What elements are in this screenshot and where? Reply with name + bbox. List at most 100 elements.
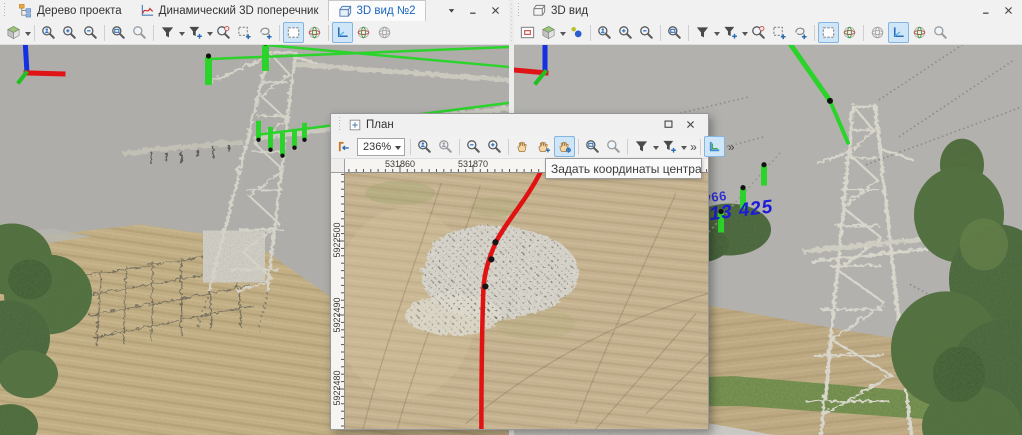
rotate-view-alt[interactable] [867,22,888,43]
tooltip: Задать координаты центра [545,158,702,179]
zoom-out[interactable] [80,22,101,43]
minimize-button[interactable] [978,3,995,18]
toolbar-overflow[interactable]: » [687,138,700,156]
show-axes[interactable] [888,22,909,43]
zoom-combobox[interactable]: 236% [357,138,405,156]
orbit-mode[interactable] [304,22,325,43]
maximize-button[interactable] [660,117,677,132]
zoom-out[interactable] [463,136,484,157]
filter-add[interactable] [185,22,206,43]
view3d-icon [532,3,547,18]
plan-window-titlebar[interactable]: План [331,114,708,135]
zoom-window[interactable] [108,22,129,43]
filter[interactable] [692,22,713,43]
filter-add[interactable] [720,22,741,43]
select-rectangle[interactable] [234,22,255,43]
filter[interactable] [631,136,652,157]
ruler-label-y: 5922500 [332,218,342,262]
rotate-view-alt[interactable] [374,22,395,43]
close-button[interactable] [682,117,699,132]
select-polygon[interactable] [790,22,811,43]
left-window-buttons [443,0,509,21]
minimize-button[interactable] [465,3,482,18]
plan-map-viewport[interactable] [345,173,708,429]
orbit-mode[interactable] [839,22,860,43]
zoom-in[interactable] [484,136,505,157]
show-axes[interactable] [332,22,353,43]
left-3d-toolbar [0,21,509,45]
toolbar-separator [153,25,154,41]
select-element[interactable] [748,22,769,43]
rotate-view[interactable] [909,22,930,43]
toolbar-separator [459,139,460,155]
toolbar-separator [814,25,815,41]
view-orientation-cube-dropdown[interactable] [25,32,31,39]
panel-title: 3D вид [551,5,588,17]
panel-drag-grip[interactable] [516,3,521,18]
view3d-icon [338,4,353,19]
zoom-observer-off[interactable] [435,136,456,157]
ruler-label-y: 5922490 [332,293,342,337]
tab-project-tree[interactable]: Дерево проекта [9,0,131,21]
toolbar-separator [34,25,35,41]
filter-add[interactable] [659,136,680,157]
pan[interactable] [512,136,533,157]
zoom-window[interactable] [664,22,685,43]
zoom-previous[interactable] [129,22,150,43]
plan-window: План 236%»» 531860531870 592250059224905… [330,113,709,430]
zoom-to-observer[interactable] [594,22,615,43]
toolbar-separator [328,25,329,41]
coordinate-grid[interactable] [704,136,725,157]
toolbar-separator [410,139,411,155]
set-center-coordinates[interactable] [554,136,575,157]
left-tab-bar: Дерево проекта Динамический 3D поперечни… [0,0,509,21]
view-orientation-cube[interactable] [538,22,559,43]
clipping-box[interactable] [283,22,304,43]
tab-list-button[interactable] [443,3,460,18]
point-display[interactable] [566,22,587,43]
close-button[interactable] [487,3,504,18]
filter[interactable] [157,22,178,43]
credo-3d-application: Дерево проекта Динамический 3D поперечни… [0,0,1022,435]
clipping-box[interactable] [818,22,839,43]
zoom-in[interactable] [59,22,80,43]
tab-label: Дерево проекта [37,5,122,17]
select-element[interactable] [213,22,234,43]
toolbar-separator [627,139,628,155]
toolbar-separator [700,139,701,155]
right-window-buttons [978,0,1022,21]
tab-3d-view-2[interactable]: 3D вид №2 [328,0,426,21]
window-drag-grip[interactable] [337,117,342,132]
view-orientation-cube[interactable] [3,22,24,43]
zoom-previous[interactable] [930,22,951,43]
rotate-view[interactable] [353,22,374,43]
zoom-to-observer[interactable] [38,22,59,43]
zoom-in[interactable] [615,22,636,43]
zoom-previous[interactable] [603,136,624,157]
toolbar-overflow-2[interactable]: » [725,138,738,156]
toolbar-separator [688,25,689,41]
select-polygon[interactable] [255,22,276,43]
plan-toolbar: 236%»» [331,135,708,159]
pan-to-point[interactable] [533,136,554,157]
profile-icon [140,3,155,18]
zoom-out[interactable] [636,22,657,43]
tab-3d-view[interactable]: 3D вид [523,0,597,21]
panel-drag-grip[interactable] [2,3,7,18]
close-button[interactable] [1000,3,1017,18]
tab-label: Динамический 3D поперечник [159,5,319,17]
zoom-window[interactable] [582,136,603,157]
toolbar-separator [590,25,591,41]
toolbar-separator [660,25,661,41]
plan-ruler-vertical: 592250059224905922480 [331,173,345,429]
tab-label: 3D вид №2 [357,5,416,17]
fit-to-view[interactable] [334,136,355,157]
zoom-to-observer[interactable] [414,136,435,157]
tab-dynamic-3d-cross-section[interactable]: Динамический 3D поперечник [131,0,328,21]
select-rectangle[interactable] [769,22,790,43]
toolbar-separator [863,25,864,41]
toolbar-separator [508,139,509,155]
toolbar-separator [578,139,579,155]
plan-window-icon [348,118,362,132]
plan-view-window[interactable] [517,22,538,43]
